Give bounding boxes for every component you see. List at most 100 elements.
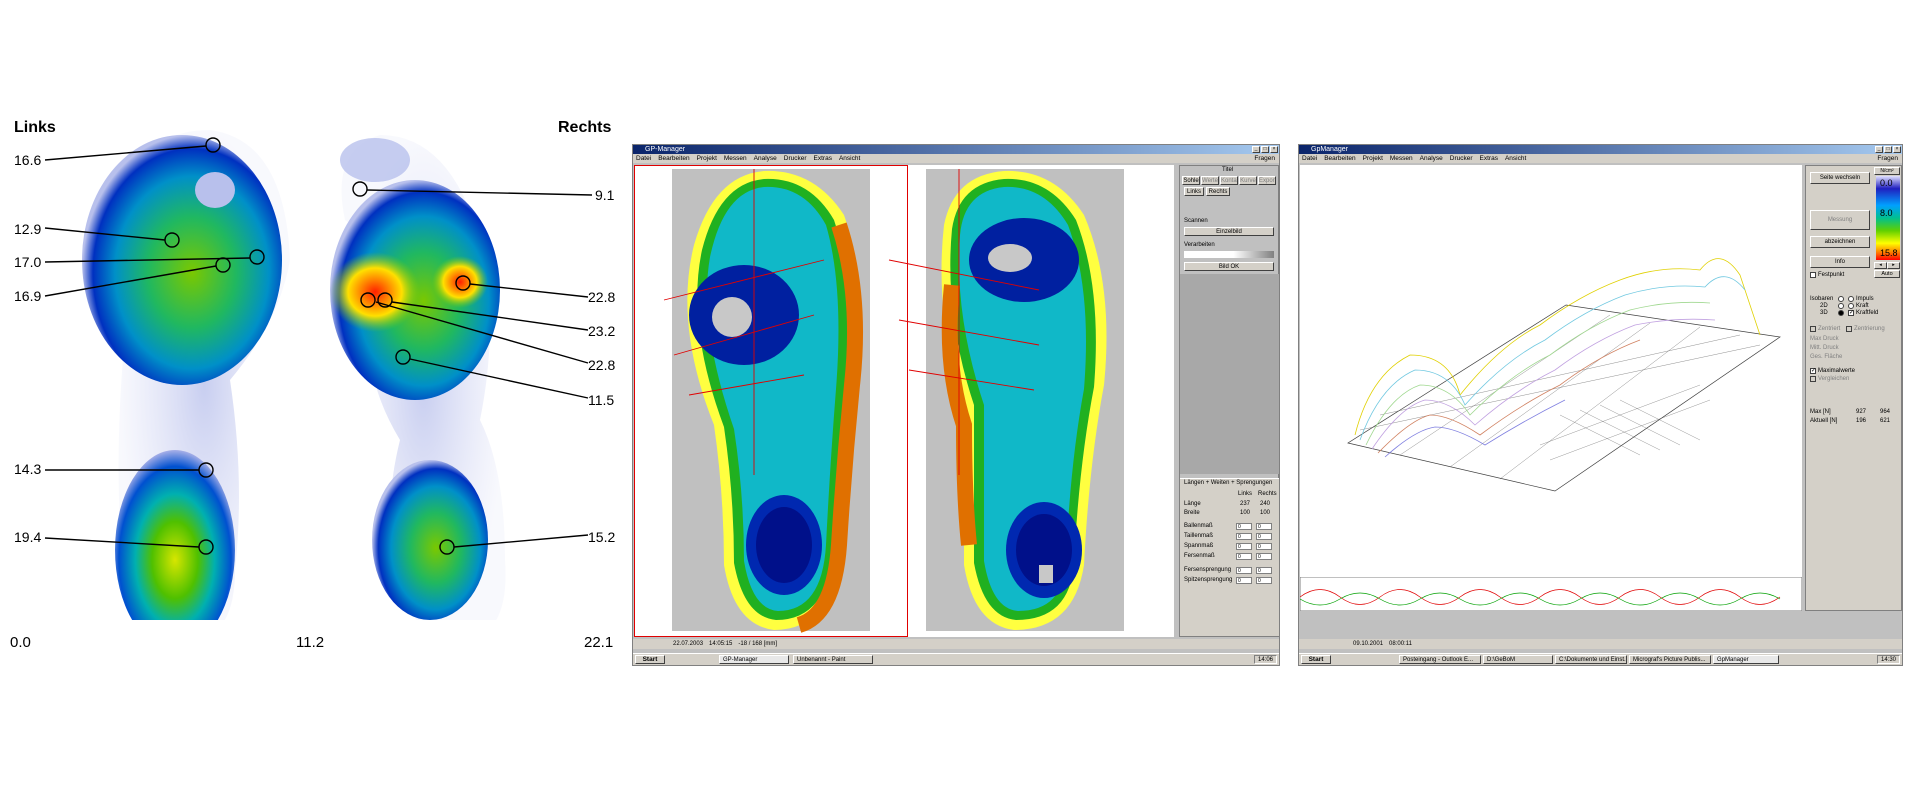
task-gp-manager[interactable]: GP-Manager: [719, 655, 789, 664]
spitzensprengung-rechts-input[interactable]: [1256, 577, 1272, 584]
close-button-2[interactable]: ×: [1893, 146, 1901, 153]
isobars-radio[interactable]: [1838, 296, 1844, 302]
tab-kurve[interactable]: Kurve: [1239, 176, 1257, 185]
info-button[interactable]: Info: [1810, 256, 1870, 268]
fixpoint-checkbox[interactable]: [1810, 272, 1816, 278]
compare-checkbox[interactable]: [1810, 376, 1816, 382]
max-values-label: Maximalwerte: [1818, 368, 1856, 374]
subtab-links[interactable]: Links: [1184, 187, 1204, 196]
right-value-5: 11.5: [588, 392, 615, 408]
fersensprengung-rechts-input[interactable]: [1256, 567, 1272, 574]
left-value-4: 16.9: [14, 288, 42, 304]
ballen-rechts-input[interactable]: [1256, 523, 1272, 530]
measurement-button[interactable]: Messung: [1810, 210, 1870, 230]
right-value-1: 9.1: [595, 187, 615, 203]
process-label: Verarbeiten: [1184, 242, 1215, 248]
menu-extras[interactable]: Extras: [814, 154, 832, 163]
menu2-extras[interactable]: Extras: [1480, 154, 1498, 163]
menu-projekt[interactable]: Projekt: [697, 154, 717, 163]
menu2-messen[interactable]: Messen: [1390, 154, 1413, 163]
3d-radio[interactable]: [1838, 310, 1844, 316]
fersensprengung-links-input[interactable]: [1236, 567, 1252, 574]
scan-canvas[interactable]: [634, 165, 1174, 637]
single-image-button[interactable]: Einzelbild: [1184, 227, 1274, 236]
3d-view-canvas[interactable]: [1300, 165, 1802, 611]
window1-taskbar: Start GP-Manager Unbenannt - Paint 14:06: [633, 653, 1279, 665]
centered-checkbox[interactable]: [1810, 326, 1816, 332]
task-outlook[interactable]: Posteingang - Outlook E...: [1399, 655, 1481, 664]
fersen-rechts-input[interactable]: [1256, 553, 1272, 560]
auto-button[interactable]: Auto: [1874, 270, 1900, 278]
task-gpmanager[interactable]: GpManager: [1713, 655, 1779, 664]
menu2-bearbeiten[interactable]: Bearbeiten: [1324, 154, 1355, 163]
window1-menubar: Datei Bearbeiten Projekt Messen Analyse …: [633, 154, 1279, 163]
status2-clock: 08:00:11: [1389, 641, 1412, 647]
unit-dropdown[interactable]: N/cm²: [1874, 167, 1900, 175]
ballen-links-input[interactable]: [1236, 523, 1252, 530]
forcefield-checkbox[interactable]: ✓: [1848, 310, 1854, 316]
taille-links-input[interactable]: [1236, 533, 1252, 540]
forcefield-label: Kraftfeld: [1856, 310, 1879, 316]
menu-bearbeiten[interactable]: Bearbeiten: [658, 154, 689, 163]
maximize-button-2[interactable]: □: [1884, 146, 1892, 153]
task-gebom[interactable]: D:\GeBoM: [1483, 655, 1553, 664]
panel-empty-area: [1180, 274, 1279, 474]
2d-radio[interactable]: [1838, 303, 1844, 309]
panel-title: Titel: [1222, 167, 1234, 173]
tab-export[interactable]: Export: [1258, 176, 1276, 185]
close-button[interactable]: ×: [1270, 146, 1278, 153]
centering-checkbox[interactable]: [1846, 326, 1852, 332]
tab-werte[interactable]: Werte: [1201, 176, 1219, 185]
force-radio[interactable]: [1848, 303, 1854, 309]
left-value-2: 12.9: [14, 221, 42, 237]
stat-max-a: 927: [1856, 409, 1867, 415]
menu2-datei[interactable]: Datei: [1302, 154, 1317, 163]
row-breite-rechts: 100: [1260, 510, 1271, 516]
subtab-rechts[interactable]: Rechts: [1206, 187, 1230, 196]
task-picture-publisher[interactable]: Micrograf's Picture Publis...: [1629, 655, 1711, 664]
menu-ansicht[interactable]: Ansicht: [839, 154, 860, 163]
menu-drucker[interactable]: Drucker: [784, 154, 807, 163]
menu-messen[interactable]: Messen: [724, 154, 747, 163]
menu2-drucker[interactable]: Drucker: [1450, 154, 1473, 163]
menu2-projekt[interactable]: Projekt: [1363, 154, 1383, 163]
image-ok-button[interactable]: Bild OK: [1184, 262, 1274, 271]
spann-rechts-input[interactable]: [1256, 543, 1272, 550]
right-value-2: 22.8: [588, 289, 616, 305]
right-value-4: 22.8: [588, 357, 616, 373]
draw-button[interactable]: abzeichnen: [1810, 236, 1870, 248]
menu-datei[interactable]: Datei: [636, 154, 651, 163]
max-values-checkbox[interactable]: ✓: [1810, 368, 1816, 374]
task-paint[interactable]: Unbenannt - Paint: [793, 655, 873, 664]
minimize-button[interactable]: _: [1252, 146, 1260, 153]
status-time: 14:05:15: [709, 641, 733, 647]
menu-fragen[interactable]: Fragen: [1254, 154, 1275, 163]
tab-kontakt[interactable]: Kontakt: [1220, 176, 1238, 185]
start-button-2[interactable]: Start: [1301, 655, 1331, 664]
taille-rechts-input[interactable]: [1256, 533, 1272, 540]
menu-analyse[interactable]: Analyse: [754, 154, 777, 163]
scale-up-button[interactable]: ▸: [1887, 262, 1900, 269]
right-value-3: 23.2: [588, 323, 616, 339]
gpmanager-3d-window: GpManager _ □ × Datei Bearbeiten Projekt M…: [1298, 144, 1903, 666]
window2-taskbar: Start Posteingang - Outlook E... D:\GeBo…: [1299, 653, 1902, 665]
task-dokumente[interactable]: C:\Dokumente und Einst...: [1555, 655, 1627, 664]
tray-clock: 14:06: [1253, 655, 1277, 664]
minimize-button-2[interactable]: _: [1875, 146, 1883, 153]
menu2-fragen[interactable]: Fragen: [1877, 154, 1898, 163]
tab-sohle[interactable]: Sohle: [1182, 176, 1200, 185]
spitzensprengung-links-input[interactable]: [1236, 577, 1252, 584]
scale-down-button[interactable]: ◂: [1874, 262, 1887, 269]
gp-manager-window: GP-Manager _ □ × Datei Bearbeiten Projekt …: [632, 144, 1280, 666]
maximize-button[interactable]: □: [1261, 146, 1269, 153]
switch-side-button[interactable]: Seite wechseln: [1810, 172, 1870, 184]
start-button[interactable]: Start: [635, 655, 665, 664]
spann-links-input[interactable]: [1236, 543, 1252, 550]
impulse-radio[interactable]: [1848, 296, 1854, 302]
tray-clock-2: 14:30: [1876, 655, 1900, 664]
fersen-links-input[interactable]: [1236, 553, 1252, 560]
view-isobars-label: Isobaren: [1810, 296, 1834, 302]
menu2-analyse[interactable]: Analyse: [1420, 154, 1443, 163]
measures-group: Längen + Weiten + Sprengungen Links Rech…: [1180, 478, 1279, 636]
menu2-ansicht[interactable]: Ansicht: [1505, 154, 1526, 163]
